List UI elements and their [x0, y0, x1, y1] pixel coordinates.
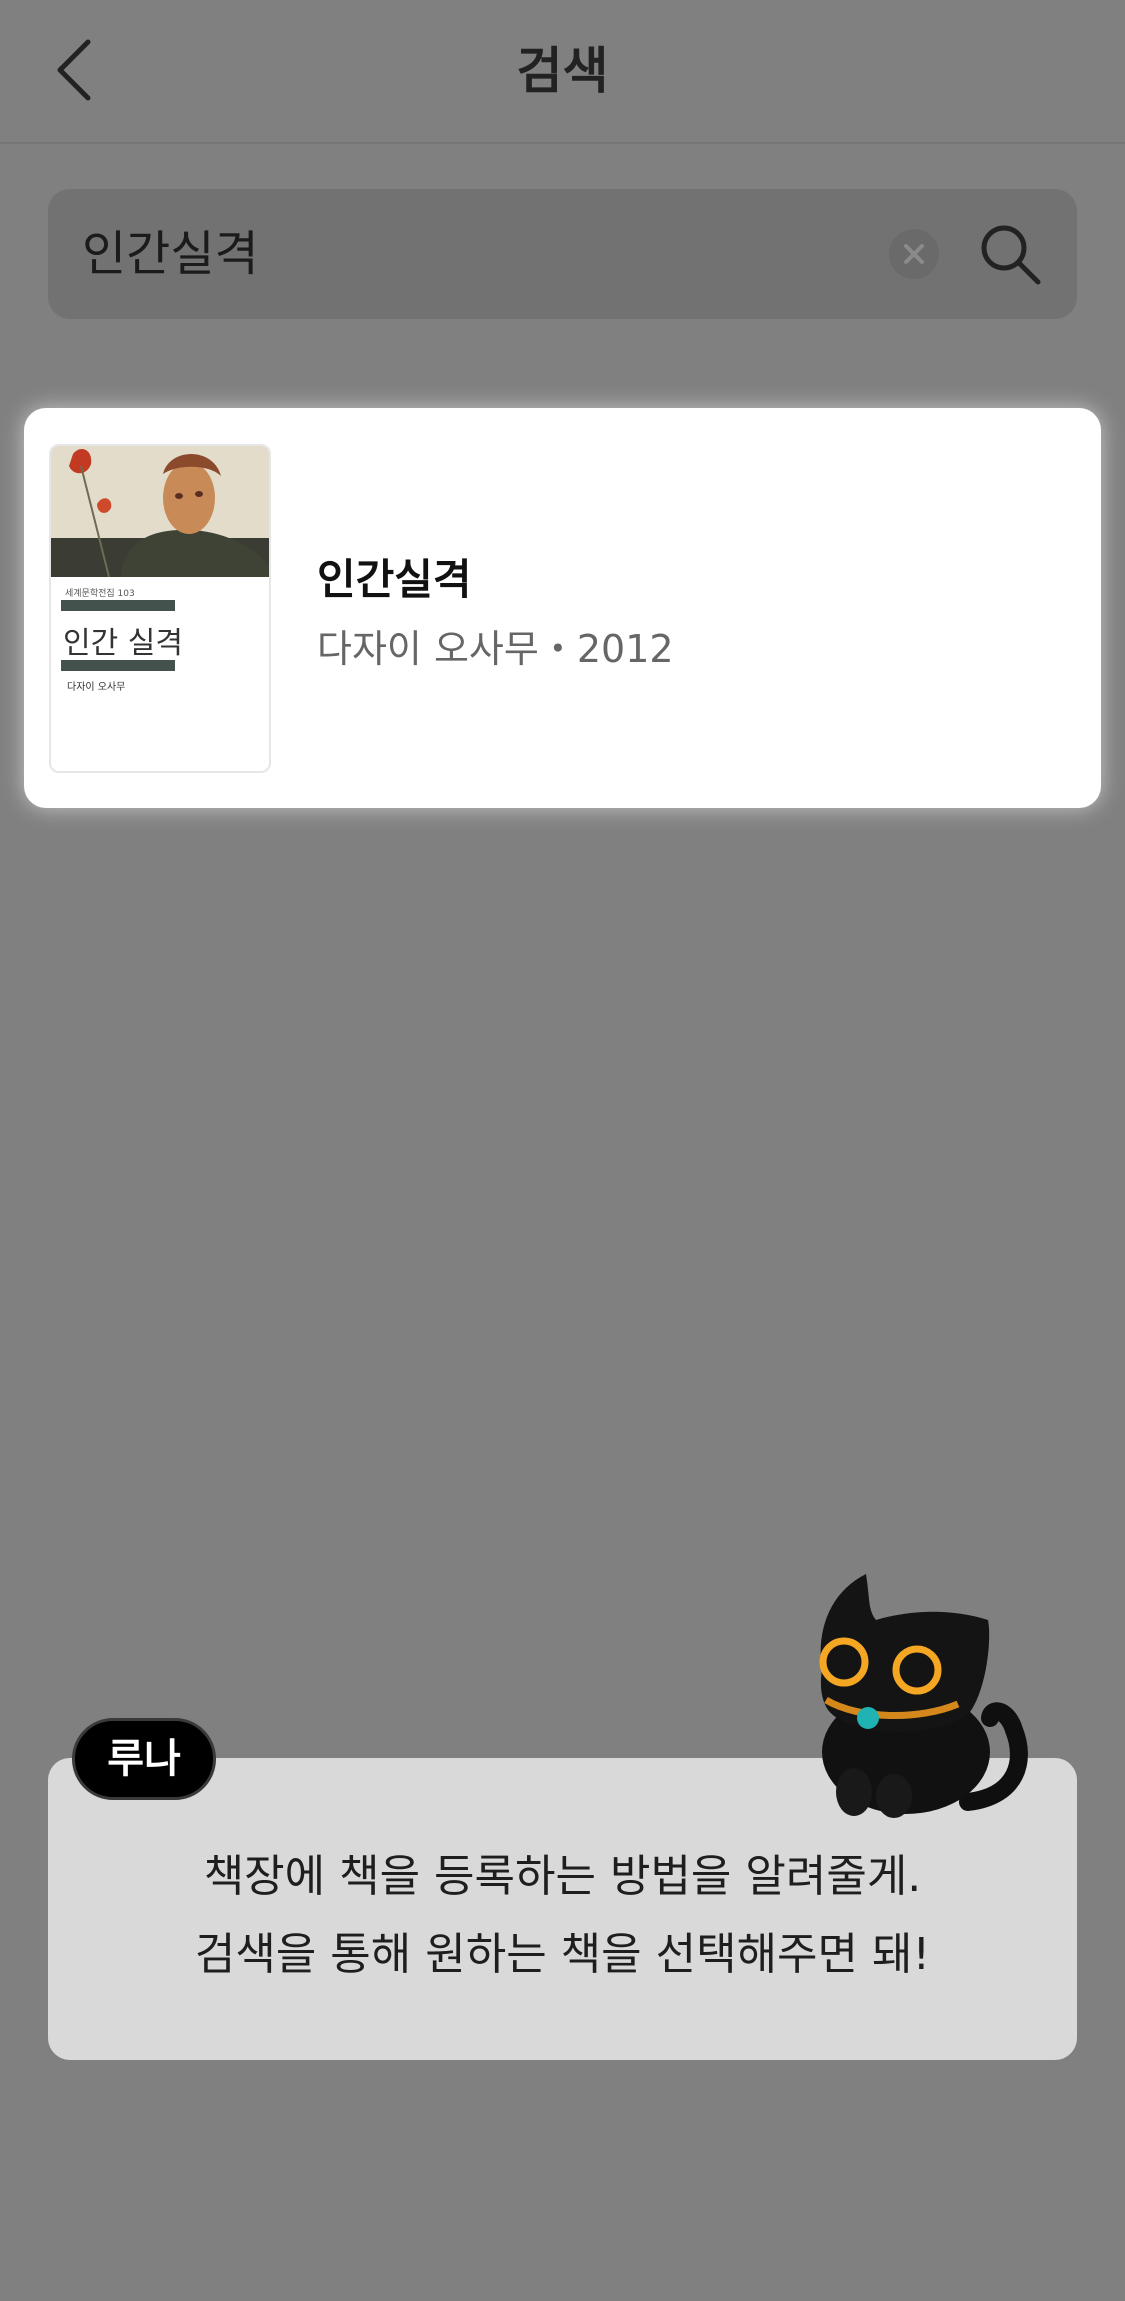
cover-divider [61, 600, 175, 611]
clear-icon[interactable] [889, 229, 939, 279]
search-bar[interactable]: 인간실격 [48, 189, 1077, 319]
search-icon[interactable] [978, 222, 1042, 286]
cover-author: 다자이 오사무 [67, 682, 126, 693]
book-title: 인간실격 [317, 555, 472, 604]
guide-text-line-1: 책장에 책을 등록하는 방법을 알려줄게. [203, 1851, 922, 1902]
book-cover: 세계문학전집 103 인간 실격 다자이 오사무 [49, 444, 271, 773]
page-title: 검색 [516, 42, 609, 100]
header: 검색 [0, 0, 1125, 144]
search-result-item[interactable]: 세계문학전집 103 인간 실격 다자이 오사무 인간실격 다자이 오사무・20… [24, 408, 1101, 808]
cover-series: 세계문학전집 103 [65, 589, 135, 599]
search-input[interactable]: 인간실격 [82, 189, 259, 319]
book-author-year: 다자이 오사무・2012 [317, 627, 674, 671]
speaker-name-tag: 루나 [72, 1718, 216, 1800]
black-cat-icon [819, 1574, 1028, 1818]
guide-text-line-2: 검색을 통해 원하는 책을 선택해주면 돼! [194, 1929, 931, 1980]
cover-title: 인간 실격 [63, 626, 183, 661]
cover-divider [61, 660, 175, 671]
cover-painting [51, 446, 269, 577]
